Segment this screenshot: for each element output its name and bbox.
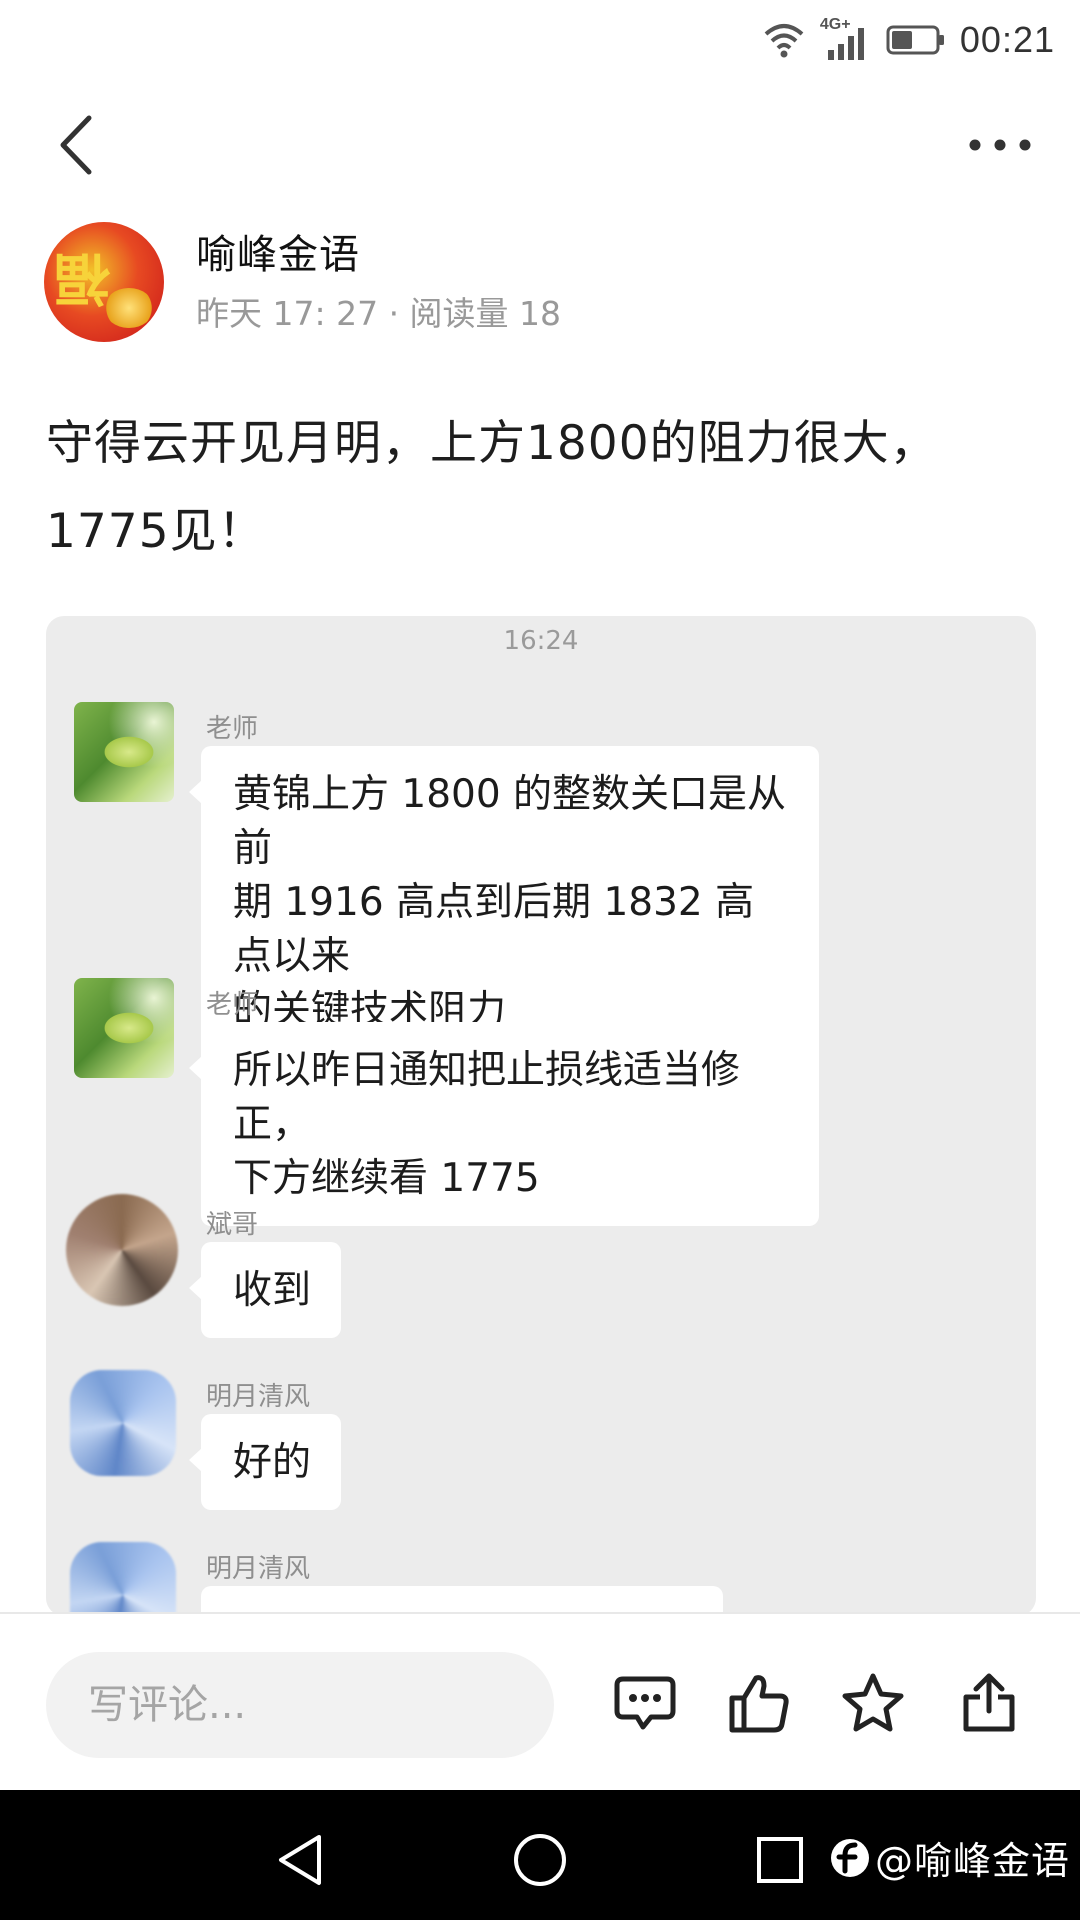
app-logo-icon xyxy=(830,1838,869,1877)
post-text-line: 1775见！ xyxy=(46,504,266,559)
share-button[interactable] xyxy=(954,1668,1024,1738)
chat-sender-name: 明月清风 xyxy=(206,1554,311,1584)
chat-sender-name: 老师 xyxy=(206,990,259,1020)
comment-button[interactable] xyxy=(610,1668,680,1738)
battery-icon xyxy=(886,25,944,55)
author-avatar[interactable]: 福 xyxy=(44,222,164,342)
avatar-fu-decoration: 福 xyxy=(54,245,110,311)
watermark-text: @喻峰金语 xyxy=(874,1839,1070,1883)
chat-bubble: 收到 xyxy=(188,1242,342,1338)
more-options-button[interactable] xyxy=(960,110,1040,180)
system-navigation-bar: @喻峰金语 xyxy=(0,1790,1080,1920)
home-circle-icon xyxy=(514,1834,566,1886)
cellular-signal-icon: 4G+ xyxy=(820,16,872,62)
chat-sender-name: 明月清风 xyxy=(206,1382,311,1412)
author-name[interactable]: 喻峰金语 xyxy=(196,222,360,280)
chat-avatar xyxy=(74,978,174,1078)
back-button[interactable] xyxy=(40,110,110,180)
back-triangle-icon xyxy=(279,1835,321,1885)
chat-avatar-pixelated xyxy=(66,1194,178,1306)
chat-bubble: 黄锦上方 1800 的整数关口是从前 期 1916 高点到后期 1832 高点以… xyxy=(189,746,819,1058)
chat-sender-name: 老师 xyxy=(206,714,259,744)
chat-avatar-pixelated xyxy=(70,1542,176,1616)
watermark: @喻峰金语 xyxy=(829,1830,1070,1885)
top-nav-bar xyxy=(0,95,1080,195)
chat-bubble-line: 所以昨日通知把止损线适当修正， xyxy=(233,1048,741,1147)
like-button[interactable] xyxy=(724,1668,794,1738)
status-icons: 4G+ 00:21 xyxy=(762,14,1055,66)
chat-bubble-line: 黄锦上方 1800 的整数关口是从前 xyxy=(233,772,787,871)
star-icon xyxy=(842,1673,904,1732)
system-back-button[interactable] xyxy=(265,1825,335,1895)
chat-avatar xyxy=(74,702,174,802)
chat-bubble-line: 下方继续看 1775 xyxy=(233,1156,540,1201)
chat-bubble: 好的 xyxy=(188,1414,342,1510)
favorite-button[interactable] xyxy=(838,1668,908,1738)
chat-timestamp: 16:24 xyxy=(503,626,579,656)
comment-icon xyxy=(614,1676,676,1730)
post-meta: 昨天 17: 27 · 阅读量 18 xyxy=(196,294,562,333)
chat-sender-name: 斌哥 xyxy=(206,1210,259,1240)
thumbs-up-icon xyxy=(729,1675,789,1733)
post-text-line: 守得云开见月明，上方1800的阻力很大， xyxy=(46,416,938,471)
system-recents-button[interactable] xyxy=(745,1825,815,1895)
wifi-icon xyxy=(764,24,804,58)
chat-bubble: 所以昨日通知把止损线适当修正， 下方继续看 1775 xyxy=(189,1022,819,1226)
system-home-button[interactable] xyxy=(505,1825,575,1895)
chat-screenshot-image[interactable]: 16:24 老师 黄锦上方 1800 的整数关口是从前 期 1916 高点到后期… xyxy=(46,616,1036,1616)
chat-avatar-pixelated xyxy=(70,1370,176,1476)
more-horizontal-icon xyxy=(969,139,1031,151)
recents-square-icon xyxy=(757,1837,803,1883)
comment-bar xyxy=(0,1612,1080,1792)
post-text: 守得云开见月明，上方1800的阻力很大， 1775见！ xyxy=(46,400,1036,576)
share-icon xyxy=(963,1673,1015,1732)
chat-bubble-line: 期 1916 高点到后期 1832 高点以来 xyxy=(233,880,755,979)
status-bar: 4G+ 00:21 xyxy=(0,0,1080,80)
avatar-ornament xyxy=(104,288,154,328)
chat-bubble-line: 收到 xyxy=(233,1268,312,1313)
comment-input[interactable] xyxy=(46,1652,554,1758)
chat-bubble-line: 好的 xyxy=(233,1440,312,1485)
chevron-left-icon xyxy=(60,115,92,175)
status-time: 00:21 xyxy=(959,19,1055,60)
